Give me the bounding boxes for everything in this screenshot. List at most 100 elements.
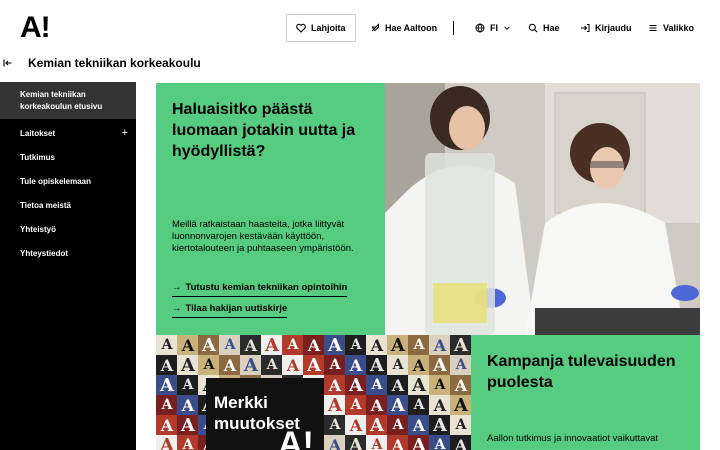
sidebar-item-departments[interactable]: Laitokset +: [0, 121, 136, 145]
letter-tile: A: [408, 335, 430, 355]
arrow-right-icon: →: [172, 282, 182, 293]
sidebar-item-about[interactable]: Tietoa meistä: [0, 193, 136, 217]
brand-letters-collage[interactable]: AAAAAAAAAAAAAAAAAAAAAAAAAAAAAAAAAAAAAAAA…: [156, 335, 471, 450]
expand-plus-icon[interactable]: +: [122, 127, 128, 139]
letter-tile: A: [240, 335, 262, 355]
sidebar-item-home[interactable]: Kemian tekniikan korkeakoulun etusivu: [0, 82, 136, 119]
sidebar-item-label: Tule opiskelemaan: [20, 176, 91, 186]
chevron-down-icon: [504, 26, 510, 30]
letter-tile: A: [282, 335, 304, 355]
letter-tile: A: [303, 355, 325, 376]
letter-tile: A: [177, 335, 199, 355]
letter-tile: A: [219, 335, 241, 355]
letter-tile: A: [366, 335, 388, 355]
letter-tile: A: [450, 355, 471, 375]
letter-tile: A: [177, 415, 199, 436]
heart-icon: [296, 23, 306, 33]
letter-tile: A: [387, 355, 409, 375]
letter-tile: A: [366, 395, 388, 415]
letter-tile: A: [324, 335, 346, 356]
letter-tile: A: [387, 415, 409, 435]
letter-tile: A: [177, 375, 199, 395]
letter-tile: A: [429, 435, 451, 450]
login-label: Kirjaudu: [595, 23, 632, 33]
sidebar-item-label: Yhteistyö: [20, 224, 57, 234]
letter-tile: A: [345, 335, 367, 355]
section-title[interactable]: Kemian tekniikan korkeakoulu: [28, 56, 201, 70]
sidebar-item-label: Tietoa meistä: [20, 200, 71, 210]
letter-tile: A: [261, 335, 283, 356]
letter-tile: A: [366, 435, 388, 450]
letter-tile: A: [324, 355, 346, 375]
site-header: A! Lahjoita Hae Aaltoon FI Hae Kirjaudu …: [0, 0, 720, 56]
letter-tile: A: [324, 395, 346, 416]
search-button[interactable]: Hae: [528, 14, 560, 42]
sidebar-item-label: Kemian tekniikan korkeakoulun etusivu: [20, 89, 103, 111]
hero-text: Meillä ratkaistaan haasteita, jotka liit…: [172, 219, 354, 254]
letter-tile: A: [408, 375, 430, 396]
language-label: FI: [490, 23, 498, 33]
letter-tile: A: [345, 375, 367, 396]
letter-tile: A: [324, 415, 346, 435]
letter-tile: A: [408, 355, 430, 375]
apply-label: Hae Aaltoon: [385, 23, 438, 33]
letter-tile: A: [324, 435, 346, 450]
campaign-panel[interactable]: Kampanja tulevaisuuden puolesta Aallon t…: [471, 335, 700, 450]
aalto-logo[interactable]: A!: [20, 13, 51, 43]
sidebar-item-study[interactable]: Tule opiskelemaan: [0, 169, 136, 193]
letter-tile: A: [450, 335, 471, 356]
letter-tile: A: [177, 395, 199, 415]
language-selector[interactable]: FI: [475, 14, 511, 42]
letter-tile: A: [387, 335, 409, 356]
letter-tile: A: [303, 335, 325, 355]
study-link[interactable]: → Tutustu kemian tekniikan opintoihin: [172, 282, 348, 297]
apply-button[interactable]: Hae Aaltoon: [370, 14, 437, 42]
letter-tile: A: [345, 395, 367, 415]
letter-tile: A: [450, 395, 471, 416]
letter-tile: A: [387, 435, 409, 450]
donate-button[interactable]: Lahjoita: [286, 14, 356, 42]
letter-tile: A: [177, 355, 199, 376]
sidebar-item-cooperation[interactable]: Yhteistyö: [0, 217, 136, 241]
letter-tile: A: [345, 435, 367, 450]
hero-title: Haluaisitko päästä luomaan jotakin uutta…: [172, 101, 356, 160]
letter-tile: A: [387, 375, 409, 395]
letter-tile: A: [240, 355, 262, 376]
arrow-right-icon: →: [172, 303, 182, 314]
newsletter-link[interactable]: → Tilaa hakijan uutiskirje: [172, 303, 288, 318]
letter-tile: A: [429, 415, 451, 436]
letter-tile: A: [450, 375, 471, 395]
letter-tile: A: [429, 335, 451, 355]
letter-tile: A: [219, 355, 241, 375]
letter-tile: A: [429, 395, 451, 415]
sidebar-item-contact[interactable]: Yhteystiedot: [0, 241, 136, 265]
sidebar-item-research[interactable]: Tutkimus: [0, 145, 136, 169]
lab-illustration: [385, 83, 700, 335]
login-button[interactable]: Kirjaudu: [580, 14, 632, 42]
letter-tile: A: [324, 375, 346, 395]
letter-tile: A: [450, 415, 471, 435]
lab-photo: [385, 83, 700, 335]
globe-icon: [475, 23, 485, 33]
hamburger-icon: [649, 24, 657, 32]
letter-tile: A: [429, 375, 451, 395]
letter-tile: A: [345, 355, 367, 375]
letter-tile: A: [156, 355, 178, 375]
letter-tile: A: [408, 435, 430, 450]
letter-tile: A: [345, 415, 367, 435]
letter-tile: A: [408, 415, 430, 435]
collapse-sidebar-icon[interactable]: [3, 58, 13, 68]
letter-tile: A: [261, 355, 283, 375]
letter-tile: A: [156, 375, 178, 396]
menu-button[interactable]: Valikko: [648, 14, 694, 42]
login-icon: [581, 24, 590, 32]
campaign-text: Aallon tutkimus ja innovaatiot vaikuttav…: [487, 433, 659, 444]
sidebar-item-label: Yhteystiedot: [20, 248, 69, 258]
letter-tile: A: [387, 395, 409, 416]
letter-tile: A: [366, 415, 388, 436]
brand-logo: A!: [278, 425, 314, 450]
sidebar-item-label: Tutkimus: [20, 152, 55, 162]
search-icon: [528, 23, 538, 33]
sidebar: Kemian tekniikan korkeakoulun etusivu La…: [0, 82, 136, 450]
letter-tile: A: [366, 355, 388, 376]
